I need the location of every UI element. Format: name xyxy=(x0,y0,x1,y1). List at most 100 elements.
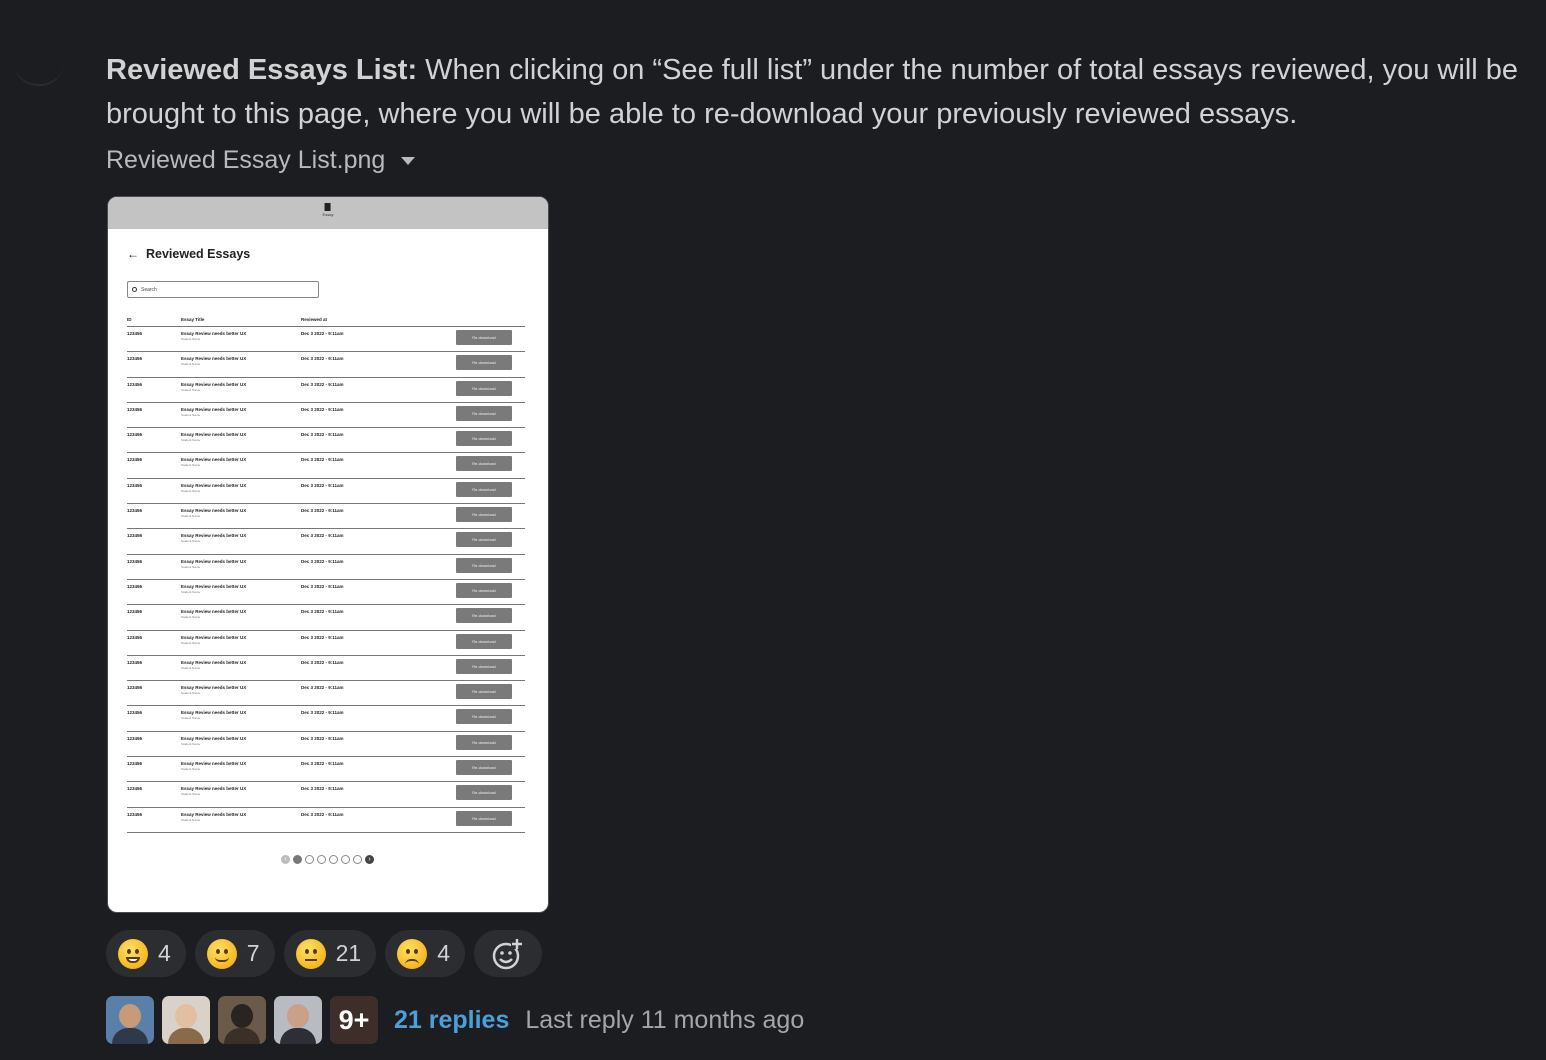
row-title: Essay Review needs better UX Student Name xyxy=(181,356,301,376)
row-reviewed-at: Dec 3 2022 - 9:11am xyxy=(301,609,344,615)
row-title-text: Essay Review needs better UX xyxy=(181,432,247,438)
table-row: 123456 Essay Review needs better UX Studen… xyxy=(127,782,525,808)
reaction-count: 4 xyxy=(437,940,450,966)
caret-down-icon[interactable] xyxy=(401,156,416,165)
preview-pagination: ‹ › xyxy=(281,855,374,864)
grinning-face-icon xyxy=(118,938,148,969)
row-student: Student Name xyxy=(181,564,201,569)
column-header-id: ID xyxy=(127,317,132,322)
redownload-button: Re-download xyxy=(456,658,512,674)
row-title-text: Essay Review needs better UX xyxy=(181,381,247,387)
redownload-button: Re-download xyxy=(456,582,512,598)
row-student: Student Name xyxy=(181,514,201,519)
neutral-face-icon xyxy=(295,938,326,969)
avatar[interactable] xyxy=(218,996,266,1044)
row-title: Essay Review needs better UX Student Name xyxy=(181,761,301,781)
table-row: 123456 Essay Review needs better UX Studen… xyxy=(127,352,525,378)
redownload-button: Re-download xyxy=(456,785,512,801)
preview-table: ID Essay Title Reviewed at 123456 Essay R… xyxy=(127,317,525,833)
row-student: Student Name xyxy=(181,716,201,721)
row-reviewed-at: Dec 3 2022 - 9:11am xyxy=(301,406,344,412)
row-reviewed-at: Dec 3 2022 - 9:11am xyxy=(301,786,344,792)
thread-footer[interactable]: 9+ 21 replies Last reply 11 months ago xyxy=(106,996,804,1044)
replies-link[interactable]: 21 replies xyxy=(394,1006,509,1035)
redownload-button: Re-download xyxy=(456,405,512,421)
row-title-text: Essay Review needs better UX xyxy=(181,558,247,564)
row-title-text: Essay Review needs better UX xyxy=(181,609,247,615)
row-id: 123456 xyxy=(127,811,143,817)
redownload-button: Re-download xyxy=(456,431,512,447)
row-id: 123456 xyxy=(127,634,143,640)
row-student: Student Name xyxy=(181,387,201,392)
row-id: 123456 xyxy=(127,381,143,387)
add-reaction-button[interactable] xyxy=(473,930,542,977)
row-title: Essay Review needs better UX Student Name xyxy=(181,736,301,756)
redownload-button: Re-download xyxy=(456,709,512,725)
row-student: Student Name xyxy=(181,362,201,367)
table-row: 123456 Essay Review needs better UX Studen… xyxy=(127,605,525,631)
row-student: Student Name xyxy=(181,412,201,417)
row-title: Essay Review needs better UX Student Name xyxy=(181,710,301,730)
row-id: 123456 xyxy=(127,659,143,665)
reaction-disappointed[interactable]: 4 xyxy=(385,930,465,977)
row-title: Essay Review needs better UX Student Name xyxy=(181,483,301,503)
row-reviewed-at: Dec 3 2022 - 9:11am xyxy=(301,634,344,640)
row-title-text: Essay Review needs better UX xyxy=(181,356,247,362)
row-id: 123456 xyxy=(127,356,143,362)
avatar[interactable] xyxy=(106,996,154,1044)
preview-search-placeholder: Search xyxy=(141,286,157,293)
row-title: Essay Review needs better UX Student Name xyxy=(181,331,301,351)
row-reviewed-at: Dec 3 2022 - 9:11am xyxy=(301,583,344,589)
row-student: Student Name xyxy=(181,615,201,620)
table-row: 123456 Essay Review needs better UX Studen… xyxy=(127,327,525,353)
table-row: 123456 Essay Review needs better UX Studen… xyxy=(127,504,525,530)
row-reviewed-at: Dec 3 2022 - 9:11am xyxy=(301,432,344,438)
row-id: 123456 xyxy=(127,609,143,615)
reaction-count: 4 xyxy=(158,940,171,966)
row-id: 123456 xyxy=(127,533,143,539)
row-student: Student Name xyxy=(181,817,201,822)
row-title-text: Essay Review needs better UX xyxy=(181,685,247,691)
row-id: 123456 xyxy=(127,482,143,488)
row-student: Student Name xyxy=(181,589,201,594)
avatar-placeholder xyxy=(14,62,64,86)
reaction-neutral[interactable]: 21 xyxy=(283,930,377,977)
row-student: Student Name xyxy=(181,463,201,468)
table-row: 123456 Essay Review needs better UX Studen… xyxy=(127,529,525,555)
row-title-text: Essay Review needs better UX xyxy=(181,634,247,640)
row-title: Essay Review needs better UX Student Name xyxy=(181,432,301,452)
reaction-grinning[interactable]: 4 xyxy=(106,930,186,977)
row-id: 123456 xyxy=(127,786,143,792)
row-title: Essay Review needs better UX Student Name xyxy=(181,609,301,629)
table-row: 123456 Essay Review needs better UX Studen… xyxy=(127,808,525,833)
table-row: 123456 Essay Review needs better UX Studen… xyxy=(127,403,525,429)
reactions-bar: 4 7 21 4 xyxy=(106,930,542,977)
redownload-button: Re-download xyxy=(456,557,512,573)
row-id: 123456 xyxy=(127,331,143,336)
row-title-text: Essay Review needs better UX xyxy=(181,811,247,817)
more-participants-badge[interactable]: 9+ xyxy=(330,996,378,1044)
row-id: 123456 xyxy=(127,761,143,767)
row-id: 123456 xyxy=(127,432,143,438)
row-student: Student Name xyxy=(181,539,201,544)
preview-search-input: Search xyxy=(127,281,319,298)
row-reviewed-at: Dec 3 2022 - 9:11am xyxy=(301,710,344,716)
preview-page-title: Reviewed Essays xyxy=(146,247,251,261)
row-reviewed-at: Dec 3 2022 - 9:11am xyxy=(301,685,344,691)
redownload-button: Re-download xyxy=(456,532,512,548)
avatar[interactable] xyxy=(274,996,322,1044)
column-header-reviewed: Reviewed at xyxy=(301,317,328,322)
avatar[interactable] xyxy=(162,996,210,1044)
reaction-smiling[interactable]: 7 xyxy=(194,930,275,977)
search-icon xyxy=(132,287,137,292)
row-id: 123456 xyxy=(127,508,143,514)
attachment-filename[interactable]: Reviewed Essay List.png xyxy=(106,146,416,175)
row-title-text: Essay Review needs better UX xyxy=(181,406,247,412)
message-text: Reviewed Essays List: When clicking on “… xyxy=(106,48,1536,136)
row-title: Essay Review needs better UX Student Name xyxy=(181,660,301,680)
row-id: 123456 xyxy=(127,735,143,741)
row-reviewed-at: Dec 3 2022 - 9:11am xyxy=(301,381,344,387)
attachment-image[interactable]: Essay ← Reviewed Essays Search ID Essay … xyxy=(107,196,549,913)
row-reviewed-at: Dec 3 2022 - 9:11am xyxy=(301,558,344,564)
row-title-text: Essay Review needs better UX xyxy=(181,331,247,336)
